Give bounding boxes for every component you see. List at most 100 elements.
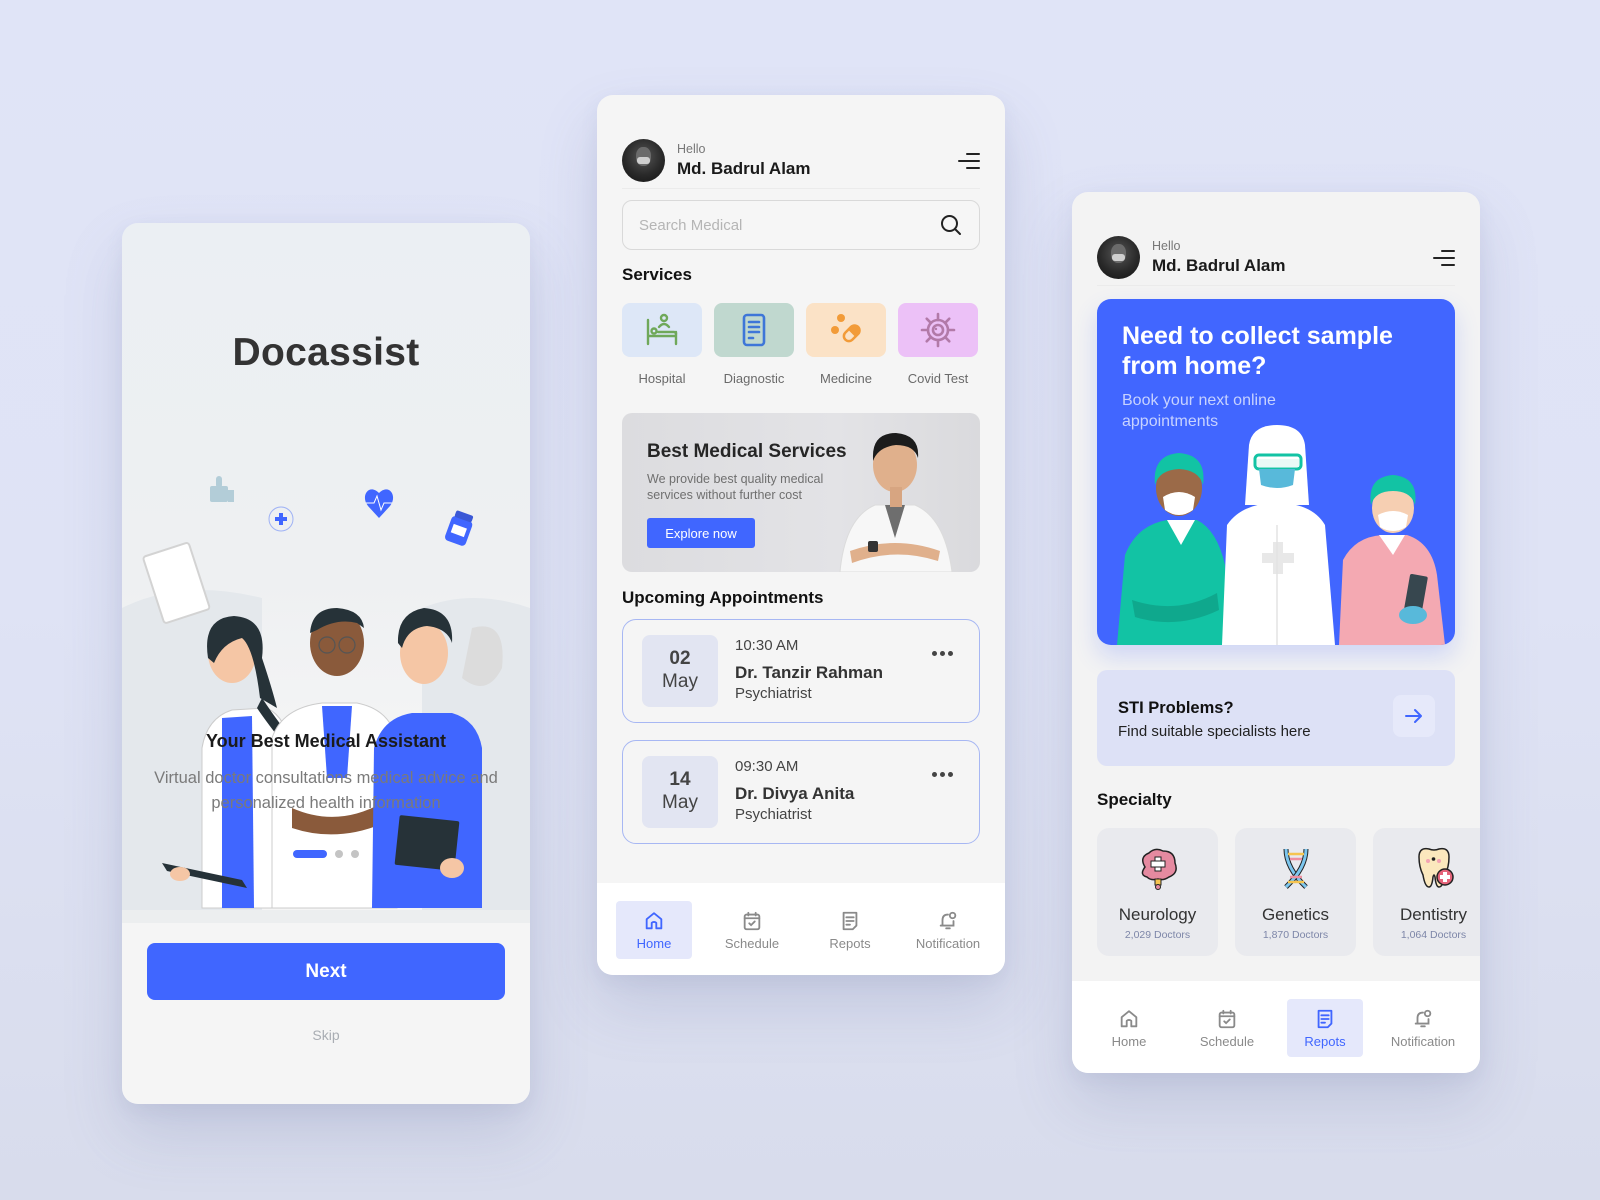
more-options-icon[interactable]: [928, 768, 957, 781]
service-label: Diagnostic: [723, 371, 785, 386]
tab-label: Repots: [1304, 1033, 1346, 1049]
doctor-count: 2,029 Doctors: [1124, 929, 1191, 941]
onboarding-heading: Your Best Medical Assistant: [205, 731, 447, 751]
appointments-title: Upcoming Appointments: [622, 588, 824, 607]
page-dot[interactable]: [335, 850, 343, 858]
specialty-name: Genetics: [1261, 905, 1330, 924]
promo-banner: Best Medical Services We provide best qu…: [622, 413, 980, 572]
tab-label: Repots: [829, 935, 871, 951]
specialty-card-dentistry[interactable]: Dentistry 1,064 Doctors: [1373, 828, 1480, 956]
service-diagnostic[interactable]: Diagnostic: [714, 303, 794, 386]
specialty-name: Neurology: [1118, 905, 1197, 924]
sti-subtitle: Find suitable specialists here: [1118, 723, 1311, 740]
avatar[interactable]: [622, 139, 665, 182]
appointment-date: 14 May: [642, 756, 718, 828]
app-title: Docassist: [232, 331, 420, 374]
doctor-count: 1,064 Doctors: [1400, 929, 1467, 941]
specialty-list: Neurology 2,029 Doctors Genetics 1,870 D…: [1097, 828, 1480, 956]
heart-icon: [364, 489, 394, 518]
next-button[interactable]: Next: [147, 943, 505, 1000]
greeting-label: Hello: [677, 142, 706, 156]
onboarding-description: Virtual doctor consultations medical adv…: [154, 769, 498, 812]
specialty-card-genetics[interactable]: Genetics 1,870 Doctors: [1235, 828, 1356, 956]
appointment-card[interactable]: 14 May 09:30 AM Dr. Divya Anita Psychiat…: [622, 740, 980, 844]
doctor-name: Dr. Divya Anita: [735, 784, 855, 803]
tab-notification[interactable]: Notification: [1385, 999, 1461, 1057]
service-covid-test[interactable]: Covid Test: [898, 303, 978, 386]
appointment-month: May: [662, 792, 698, 813]
onboarding-screen: Docassist Your Best Medical Assistant Vi…: [122, 223, 530, 1104]
sti-problems-card[interactable]: STI Problems? Find suitable specialists …: [1097, 670, 1455, 766]
tab-label: Home: [1111, 1033, 1147, 1049]
appointment-month: May: [662, 671, 698, 692]
service-label: Hospital: [638, 371, 686, 386]
tab-label: Schedule: [1199, 1033, 1255, 1049]
specialty-card-neurology[interactable]: Neurology 2,029 Doctors: [1097, 828, 1218, 956]
tab-schedule[interactable]: Schedule: [1189, 999, 1265, 1057]
appointment-day: 02: [669, 648, 691, 669]
banner-title: Best Medical Services: [647, 441, 847, 462]
clipboard-report-icon: [742, 313, 766, 347]
tab-label: Home: [636, 935, 672, 951]
service-label: Covid Test: [907, 371, 969, 386]
tab-label: Notification: [915, 935, 981, 951]
appointment-time: 10:30 AM: [735, 637, 799, 654]
dna-icon: [1283, 848, 1308, 889]
specialty-screen: Hello Md. Badrul Alam Need to collect sa…: [1072, 192, 1480, 1073]
pills-icon: [831, 314, 861, 343]
tab-home[interactable]: Home: [616, 901, 692, 959]
doctor-photo: [839, 433, 953, 572]
bell-icon: [1414, 1009, 1432, 1027]
pill-bottle-icon: [445, 510, 474, 546]
skip-link[interactable]: Skip: [122, 1027, 530, 1043]
arrow-right-button[interactable]: [1393, 695, 1435, 737]
bottom-tab-bar: Home Schedule Repots Notification: [597, 883, 1005, 975]
services-title: Services: [622, 265, 692, 284]
menu-icon[interactable]: [1431, 249, 1455, 267]
thumbs-up-icon: [210, 476, 234, 502]
healthcare-workers-illustration: [1117, 425, 1445, 645]
avatar[interactable]: [1097, 236, 1140, 279]
service-hospital[interactable]: Hospital: [622, 303, 702, 386]
search-input[interactable]: [639, 216, 939, 234]
arrow-right-icon: [1405, 709, 1422, 723]
tab-notification[interactable]: Notification: [910, 901, 986, 959]
tab-home[interactable]: Home: [1091, 999, 1167, 1057]
services-list: Hospital Diagnostic Medicine Covid Test: [622, 303, 978, 386]
calendar-check-icon: [1218, 1009, 1236, 1028]
appointment-day: 14: [669, 769, 691, 790]
more-options-icon[interactable]: [928, 647, 957, 660]
calendar-check-icon: [743, 911, 761, 930]
page-dot[interactable]: [351, 850, 359, 858]
plus-badge-icon: [268, 506, 294, 532]
report-icon: [842, 911, 858, 930]
pagination-dots: [122, 850, 530, 858]
virus-icon: [920, 312, 956, 348]
appointment-date: 02 May: [642, 635, 718, 707]
tab-label: Schedule: [724, 935, 780, 951]
explore-now-button[interactable]: Explore now: [647, 518, 755, 548]
user-name: Md. Badrul Alam: [1152, 256, 1286, 275]
page-dot-active[interactable]: [293, 850, 327, 858]
sti-title: STI Problems?: [1118, 699, 1234, 717]
search-icon[interactable]: [939, 213, 963, 237]
tab-label: Notification: [1390, 1033, 1456, 1049]
tab-repots[interactable]: Repots: [1287, 999, 1363, 1057]
home-sample-banner[interactable]: Need to collect sample from home? Book y…: [1097, 299, 1455, 645]
home-icon: [645, 911, 663, 929]
hero-title: Need to collect sample from home?: [1122, 322, 1393, 380]
tooth-icon: [1417, 847, 1454, 888]
doctor-name: Dr. Tanzir Rahman: [735, 663, 883, 682]
specialty-name: Dentistry: [1399, 905, 1468, 924]
tab-repots[interactable]: Repots: [812, 901, 888, 959]
bottom-tab-bar: Home Schedule Repots Notification: [1072, 981, 1480, 1073]
brain-icon: [1141, 848, 1177, 890]
service-label: Medicine: [819, 371, 873, 386]
appointment-card[interactable]: 02 May 10:30 AM Dr. Tanzir Rahman Psychi…: [622, 619, 980, 723]
search-bar: [622, 200, 980, 250]
tab-schedule[interactable]: Schedule: [714, 901, 790, 959]
menu-icon[interactable]: [956, 152, 980, 170]
service-medicine[interactable]: Medicine: [806, 303, 886, 386]
user-name: Md. Badrul Alam: [677, 159, 811, 178]
home-icon: [1120, 1009, 1138, 1027]
